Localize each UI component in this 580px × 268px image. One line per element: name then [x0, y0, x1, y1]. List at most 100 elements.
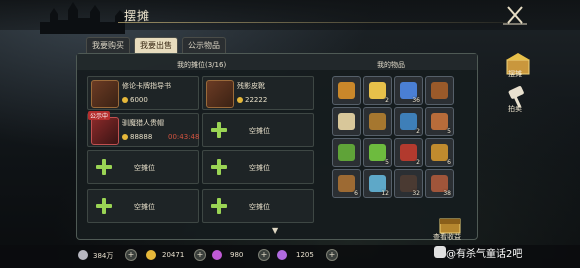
hat-icon [91, 117, 119, 145]
coin-icon [122, 97, 128, 103]
inventory-slot[interactable]: 6 [332, 169, 361, 198]
empty-stall-slot[interactable]: 空摊位 [202, 150, 314, 184]
chevron-down-icon[interactable]: ▼ [272, 226, 278, 235]
panel-header [77, 54, 477, 70]
item-count: 2 [416, 159, 420, 166]
slot-item-name: 修论卡牌指导书 [122, 82, 171, 90]
item-icon [369, 82, 386, 99]
item-icon [369, 113, 386, 130]
item-icon [338, 113, 355, 130]
empty-stall-slot[interactable]: 空摊位 [87, 150, 199, 184]
main-panel: 我的摊位(3/16) 我的物品 修论卡牌指导书 6000 残影皮靴 22222 … [76, 53, 478, 240]
empty-stall-slot[interactable]: 空摊位 [87, 189, 199, 223]
on-sale-badge: 公示中 [88, 111, 111, 120]
inventory-slot[interactable]: 5 [425, 107, 454, 136]
diamond-icon [277, 250, 287, 260]
item-count: 5 [385, 159, 389, 166]
item-icon [431, 113, 448, 130]
silver-coin-icon [78, 250, 88, 260]
inventory-slot[interactable]: 32 [394, 169, 423, 198]
watermark-logo-icon [434, 246, 446, 258]
tab-buy[interactable]: 我要购买 [86, 37, 130, 53]
item-count: 38 [443, 190, 451, 197]
item-count: 32 [412, 190, 420, 197]
gold-coin-icon [146, 250, 156, 260]
crystal-icon [212, 250, 222, 260]
stall-slot[interactable]: 公示中 驯魔猎人贵帽 88888 00:43:48 [87, 111, 200, 147]
inventory-slot[interactable]: 6 [425, 138, 454, 167]
item-icon [338, 82, 355, 99]
add-silver-button[interactable]: + [125, 249, 137, 261]
item-icon [369, 144, 386, 161]
inventory-slot[interactable] [332, 138, 361, 167]
slot-label: 空摊位 [134, 164, 155, 172]
watermark-text: @有杀气童话2吧 [446, 249, 523, 260]
empty-stall-slot[interactable]: 空摊位 [202, 189, 314, 223]
currency-silver: 384万 [93, 252, 114, 260]
coin-icon [122, 134, 128, 140]
item-icon [431, 82, 448, 99]
item-icon [431, 144, 448, 161]
currency-gold: 20471 [162, 251, 185, 259]
item-icon [338, 175, 355, 192]
currency-crystal: 980 [230, 251, 244, 259]
inventory-slot[interactable]: 5 [363, 138, 392, 167]
castle-silhouette-icon [40, 2, 125, 34]
add-gold-button[interactable]: + [194, 249, 206, 261]
close-icon[interactable] [500, 2, 530, 28]
view-earnings-button[interactable]: 查看收益 [433, 232, 461, 242]
slot-label: 空摊位 [249, 164, 270, 172]
plus-icon [209, 196, 229, 216]
inventory-title: 我的物品 [377, 61, 405, 69]
item-count: 6 [354, 190, 358, 197]
inventory-slot[interactable]: 2 [363, 76, 392, 105]
inventory-slot[interactable]: 38 [425, 169, 454, 198]
plus-icon [94, 157, 114, 177]
item-icon [400, 113, 417, 130]
plus-icon [209, 120, 229, 140]
inventory-slot[interactable] [332, 76, 361, 105]
item-icon [338, 144, 355, 161]
slot-item-name: 残影皮靴 [237, 82, 265, 90]
inventory-slot[interactable]: 2 [394, 107, 423, 136]
slot-item-name: 驯魔猎人贵帽 [122, 119, 164, 127]
auction-nav-label[interactable]: 拍卖 [508, 104, 522, 114]
slot-label: 空摊位 [134, 203, 155, 211]
slot-price: 6000 [122, 96, 148, 104]
empty-stall-slot[interactable]: 空摊位 [202, 113, 314, 147]
inventory-slot[interactable]: 12 [363, 169, 392, 198]
slot-price: 22222 [237, 96, 267, 104]
stall-title: 我的摊位(3/16) [177, 61, 227, 69]
item-count: 12 [381, 190, 389, 197]
item-count: 2 [416, 128, 420, 135]
tab-sell[interactable]: 我要出售 [134, 37, 178, 53]
tab-public-items[interactable]: 公示物品 [182, 37, 226, 53]
plus-icon [94, 196, 114, 216]
slot-label: 空摊位 [249, 203, 270, 211]
inventory-slot[interactable] [332, 107, 361, 136]
inventory-slot[interactable] [363, 107, 392, 136]
tab-bar: 我要购买 我要出售 公示物品 [86, 37, 226, 53]
item-count: 6 [447, 159, 451, 166]
coin-icon [237, 97, 243, 103]
stall-slot[interactable]: 修论卡牌指导书 6000 [87, 76, 199, 110]
add-crystal-button[interactable]: + [258, 249, 270, 261]
stall-nav-label[interactable]: 摆摊 [508, 69, 522, 79]
plus-icon [209, 157, 229, 177]
slot-timer: 00:43:48 [168, 133, 200, 141]
slot-price: 88888 [122, 133, 152, 141]
currency-diamond: 1205 [296, 251, 314, 259]
slot-label: 空摊位 [249, 127, 270, 135]
boots-icon [206, 80, 234, 108]
inventory-slot[interactable]: 36 [394, 76, 423, 105]
stall-slot[interactable]: 残影皮靴 22222 [202, 76, 314, 110]
item-count: 5 [447, 128, 451, 135]
inventory-slot[interactable] [425, 76, 454, 105]
book-icon [91, 80, 119, 108]
item-count: 2 [385, 97, 389, 104]
add-diamond-button[interactable]: + [326, 249, 338, 261]
item-count: 36 [412, 97, 420, 104]
title-divider [118, 22, 508, 23]
item-icon [400, 144, 417, 161]
inventory-slot[interactable]: 2 [394, 138, 423, 167]
